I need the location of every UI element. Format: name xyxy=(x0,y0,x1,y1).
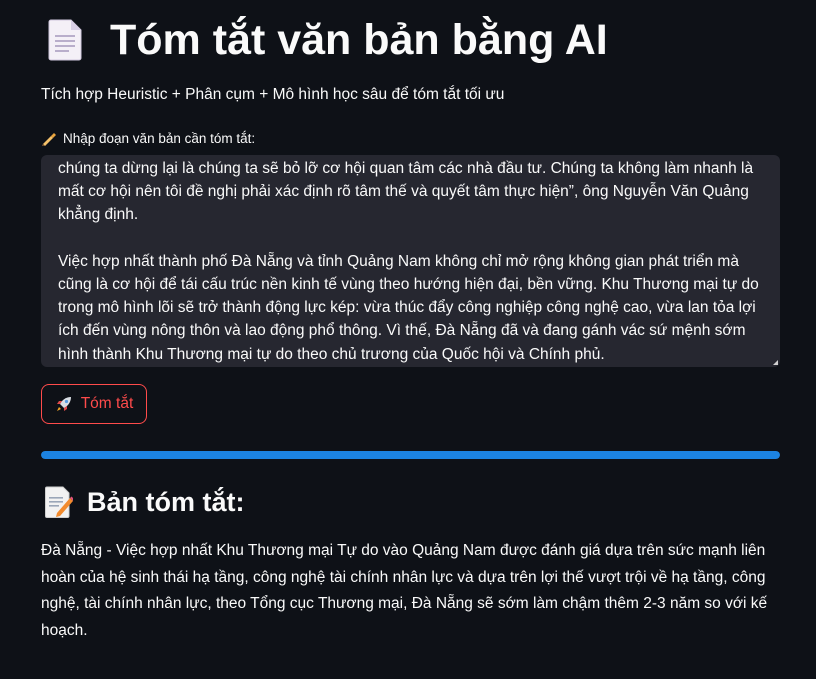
text-input-value[interactable]: chúng ta dừng lại là chúng ta sẽ bỏ lỡ c… xyxy=(58,157,774,366)
document-icon xyxy=(48,19,82,61)
rocket-icon xyxy=(55,395,73,413)
text-input-label: Nhập đoạn văn bản cần tóm tắt: xyxy=(41,131,255,146)
page-title: Tóm tắt văn bản bằng AI xyxy=(110,15,608,64)
summary-heading-row: Bản tóm tắt: xyxy=(45,482,245,522)
app-page: Tóm tắt văn bản bằng AI Tích hợp Heurist… xyxy=(0,0,816,679)
summary-heading: Bản tóm tắt: xyxy=(87,486,245,517)
writing-hand-icon xyxy=(41,132,57,146)
progress-bar xyxy=(41,451,780,459)
summarize-button[interactable]: Tóm tắt xyxy=(41,384,147,424)
page-subtitle: Tích hợp Heuristic + Phân cụm + Mô hình … xyxy=(41,86,505,103)
title-row: Tóm tắt văn bản bằng AI xyxy=(48,8,608,72)
summary-text: Đà Nẵng - Việc hợp nhất Khu Thương mại T… xyxy=(41,542,768,639)
memo-icon xyxy=(45,486,74,518)
text-input-area[interactable]: chúng ta dừng lại là chúng ta sẽ bỏ lỡ c… xyxy=(41,155,780,367)
progress-bar-fill xyxy=(41,451,780,459)
text-input-label-text: Nhập đoạn văn bản cần tóm tắt: xyxy=(63,131,256,146)
resize-handle[interactable] xyxy=(773,360,778,365)
summarize-button-label: Tóm tắt xyxy=(80,395,134,412)
